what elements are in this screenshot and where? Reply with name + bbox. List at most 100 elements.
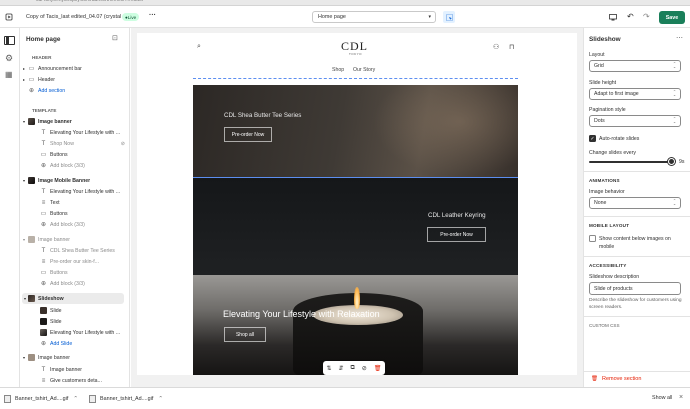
slide-height-select[interactable]: Adapt to first image <box>589 88 681 100</box>
image-behavior-select[interactable]: None <box>589 197 681 209</box>
sidebar-item-label: Image banner <box>38 118 72 125</box>
sidebar-block-shop-now[interactable]: T Shop Now ⊘ <box>20 138 129 149</box>
duplicate-icon[interactable]: ⧉ <box>351 365 355 372</box>
sidebar-block-text[interactable]: ≡ Pre-order our skin-f... <box>20 256 129 267</box>
sidebar-block-buttons[interactable]: ▭ Buttons <box>20 267 129 278</box>
hide-icon[interactable]: ⊘ <box>362 365 367 372</box>
custom-css-heading[interactable]: CUSTOM CSS <box>589 323 620 328</box>
sidebar-block-slide[interactable]: Slide <box>20 305 129 316</box>
slide-height-value: Adapt to first image <box>594 91 639 97</box>
more-actions-button[interactable]: ··· <box>149 12 156 19</box>
page-select[interactable]: Home page ▾ <box>312 11 436 23</box>
sidebar-item-image-mobile-banner[interactable]: ▾ Image Mobile Banner <box>20 175 129 186</box>
text-icon: T <box>41 366 46 373</box>
autorotate-checkbox[interactable]: ✓ <box>589 135 596 142</box>
download-item[interactable]: Banner_tshirt_Ad....gif ⌃ <box>4 395 78 403</box>
delete-icon[interactable]: 🗑 <box>374 365 382 372</box>
save-button[interactable]: Save <box>659 11 685 24</box>
slide-2[interactable]: CDL Leather Keyring Pre-order Now <box>193 178 518 275</box>
add-block-button[interactable]: ⊕ Add block (3/3) <box>20 219 129 230</box>
sidebar-block-slide[interactable]: Elevating Your Lifestyle with ... <box>20 327 129 338</box>
slideshow-description-value: Slide of products <box>594 285 633 292</box>
eye-hidden-icon[interactable]: ⊘ <box>121 141 125 147</box>
slideshow-description-input[interactable]: Slide of products <box>589 282 681 295</box>
animations-heading: ANIMATIONS <box>589 178 620 183</box>
move-down-icon[interactable]: ⇵ <box>339 365 344 372</box>
buttons-icon: ▭ <box>40 211 47 217</box>
apps-icon[interactable]: ▦ <box>5 70 13 79</box>
add-block-button[interactable]: ⊕ Add block (3/3) <box>20 160 129 171</box>
add-block-button[interactable]: ⊕ Add block (3/3) <box>20 278 129 289</box>
sidebar-block-label: Slide <box>50 307 62 314</box>
exit-icon[interactable] <box>4 12 14 22</box>
cart-icon[interactable]: ⊓ <box>509 43 514 51</box>
sidebar-item-image-banner[interactable]: ▾ Image banner <box>20 116 129 127</box>
change-slides-slider-track[interactable] <box>589 161 672 163</box>
chevron-up-icon[interactable]: ⌃ <box>73 396 78 402</box>
sidebar-block-text[interactable]: ≡ Text <box>20 197 129 208</box>
sidebar-block-label: Pre-order our skin-f... <box>50 258 100 265</box>
sidebar-block-text[interactable]: ≡ Give customers deta... <box>20 375 129 386</box>
image-behavior-value: None <box>594 200 607 206</box>
sidebar-block-buttons[interactable]: ▭ Buttons <box>20 149 129 160</box>
slide-3-button[interactable]: Shop all <box>224 327 266 342</box>
search-icon[interactable]: ⌕ <box>197 43 201 51</box>
sidebar-item-announcement-bar[interactable]: ▸ ▭ Announcement bar <box>20 63 129 74</box>
slide-1-button[interactable]: Pre-order Now <box>224 127 272 142</box>
caret-down-icon: ▾ <box>22 119 25 124</box>
sidebar-block-label: Slide <box>50 318 62 325</box>
sections-icon[interactable] <box>4 36 15 45</box>
sidebar-options-icon[interactable]: ⊡ <box>112 34 118 42</box>
show-all-downloads[interactable]: Show all <box>652 395 672 401</box>
editor-topbar: Copy of Tacis_last edited_04.07 (crystal… <box>0 6 690 28</box>
plus-circle-icon: ⊕ <box>28 88 35 94</box>
download-item[interactable]: Banner_tshirt_Ad....gif ⌃ <box>89 395 163 403</box>
nav-shop[interactable]: Shop <box>332 67 344 73</box>
sidebar-item-label: Image banner <box>38 236 71 243</box>
add-slide-button[interactable]: ⊕ Add Slide <box>20 338 129 349</box>
change-slides-slider-thumb[interactable] <box>668 158 675 165</box>
chevron-up-icon[interactable]: ⌃ <box>158 396 163 402</box>
sidebar-item-image-banner-hidden[interactable]: ▾ Image banner <box>20 234 129 245</box>
sidebar-block-label: Elevating Your Lifestyle with ... <box>50 188 121 195</box>
sidebar-block-buttons[interactable]: ▭ Buttons <box>20 208 129 219</box>
sidebar-block-heading[interactable]: T Elevating Your Lifestyle with ... <box>20 127 129 138</box>
mobile-content-checkbox[interactable] <box>589 235 596 242</box>
theme-settings-icon[interactable]: ⚙ <box>5 53 13 64</box>
slide-1[interactable]: CDL Shea Butter Tee Series Pre-order Now <box>193 85 518 177</box>
sidebar-block-label: CDL Shea Butter Tee Series <box>50 247 115 254</box>
sidebar-item-header[interactable]: ▸ ▭ Header <box>20 74 129 85</box>
sidebar-item-image-banner[interactable]: ▾ Image banner <box>20 352 129 363</box>
text-icon: T <box>41 129 46 136</box>
redo-icon[interactable]: ↷ <box>643 12 650 21</box>
move-up-icon[interactable]: ⇅ <box>326 365 331 372</box>
sidebar-block-heading[interactable]: T Elevating Your Lifestyle with ... <box>20 186 129 197</box>
change-slides-value: 9s <box>679 159 685 165</box>
more-icon[interactable]: ⋯ <box>676 34 683 42</box>
pagination-value: Dots <box>594 118 605 124</box>
nav-our-story[interactable]: Our Story <box>353 67 375 73</box>
slide-1-image <box>373 85 518 177</box>
sidebar-block-slide[interactable]: Slide <box>20 316 129 327</box>
undo-icon[interactable]: ↶ <box>627 12 634 21</box>
layout-select[interactable]: Grid <box>589 60 681 72</box>
pagination-select[interactable]: Dots <box>589 115 681 127</box>
remove-section-button[interactable]: 🗑 Remove section <box>591 376 641 382</box>
account-icon[interactable]: ⚇ <box>493 43 499 51</box>
sidebar-item-slideshow[interactable]: ▾ Slideshow <box>22 293 124 304</box>
sidebar-block-heading[interactable]: T CDL Shea Butter Tee Series <box>20 245 129 256</box>
live-badge-label: Live <box>127 14 137 20</box>
section-outline <box>193 78 518 79</box>
slide-3[interactable]: Elevating Your Lifestyle with Relaxation… <box>193 275 518 375</box>
slide-2-heading: CDL Leather Keyring <box>428 212 486 219</box>
inspector-toggle[interactable] <box>443 11 455 23</box>
close-icon[interactable]: × <box>679 394 683 401</box>
add-section-header-button[interactable]: ⊕ Add section <box>20 85 129 96</box>
announcement-icon: ▭ <box>28 66 35 72</box>
browser-url-fragment: cdl-tokyo.myshopify.com/admin/themes/…/e… <box>36 0 144 3</box>
sidebar-block-image-banner[interactable]: T Image banner <box>20 364 129 375</box>
slide-2-button[interactable]: Pre-order Now <box>427 227 486 242</box>
device-preview-icon[interactable] <box>608 12 618 22</box>
caret-right-icon: ▸ <box>22 66 25 71</box>
divider <box>584 371 690 372</box>
